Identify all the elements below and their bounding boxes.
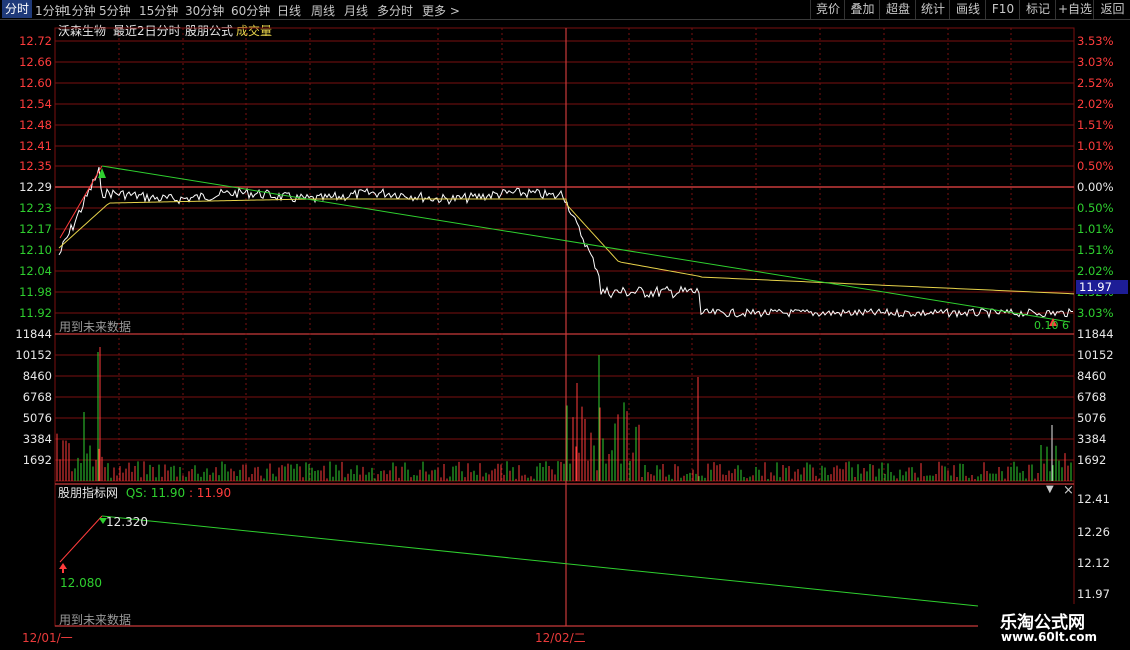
percent-tick-label: 1.01% — [1077, 222, 1114, 236]
price-tick-label: 12.54 — [19, 97, 52, 111]
volume-tick-label: 5076 — [22, 411, 52, 425]
price-tick-label: 12.23 — [19, 201, 52, 215]
volume-tick-label: 8460 — [1077, 369, 1107, 383]
percent-tick-label: 1.51% — [1077, 243, 1114, 257]
date-label-day2: 12/02/二 — [535, 631, 586, 645]
volume-tick-label: 1692 — [22, 453, 52, 467]
date-label-day1: 12/01/一 — [22, 631, 73, 645]
percent-tick-label: 2.52% — [1077, 76, 1114, 90]
price-tick-label: 12.29 — [19, 180, 52, 194]
intraday-chart[interactable] — [0, 0, 1130, 650]
volume-tick-label: 6768 — [22, 390, 52, 404]
percent-tick-label: 3.53% — [1077, 34, 1114, 48]
price-tick-label: 12.72 — [19, 34, 52, 48]
future-data-note: 用到未来数据 — [59, 320, 132, 334]
volume-tick-label: 1692 — [1077, 453, 1107, 467]
price-tick-label: 12.48 — [19, 118, 52, 132]
indicator-qs-value: : 11.90 — [188, 486, 232, 500]
price-tick-label: 12.17 — [19, 222, 52, 236]
volume-tick-label: 8460 — [22, 369, 52, 383]
percent-tick-label: 2.02% — [1077, 97, 1114, 111]
volume-tick-label: 10152 — [1077, 348, 1114, 362]
percent-tick-label: 1.51% — [1077, 118, 1114, 132]
percent-tick-label: 0.00% — [1077, 180, 1114, 194]
trend-down-line — [101, 165, 1071, 323]
volume-tick-label: 11844 — [1077, 327, 1114, 341]
indicator-high-label: 12.320 — [106, 515, 148, 529]
dropdown-icon[interactable]: ▼ — [1046, 484, 1054, 495]
indicator-up-line — [59, 515, 103, 563]
volume-tick-label: 6768 — [1077, 390, 1107, 404]
price-tick-label: 11.92 — [19, 306, 52, 320]
percent-tick-label: 0.50% — [1077, 159, 1114, 173]
trend-up-line — [59, 165, 103, 239]
indicator-low-label: 12.080 — [60, 576, 102, 590]
price-tick-label: 12.35 — [19, 159, 52, 173]
volume-tick-label: 5076 — [1077, 411, 1107, 425]
volume-tick-label: 10152 — [15, 348, 52, 362]
price-tick-label: 12.04 — [19, 264, 52, 278]
percent-tick-label: 3.03% — [1077, 306, 1114, 320]
indicator-tick-label: 12.12 — [1077, 556, 1110, 570]
price-tick-label: 11.98 — [19, 285, 52, 299]
indicator-tick-label: 11.97 — [1077, 587, 1110, 601]
percent-tick-label: 3.03% — [1077, 55, 1114, 69]
current-price-tag: 11.97 — [1076, 280, 1128, 294]
watermark-url: www.60lt.com — [1001, 630, 1098, 644]
percent-tick-label: 1.01% — [1077, 139, 1114, 153]
chart-border — [54, 27, 1075, 627]
indicator-tick-label: 12.26 — [1077, 525, 1110, 539]
volume-tick-label: 3384 — [1077, 432, 1107, 446]
indicator-down-line — [101, 515, 979, 607]
price-tick-label: 12.10 — [19, 243, 52, 257]
indicator-name: 股朋指标网 — [58, 486, 119, 500]
price-tick-label: 12.66 — [19, 55, 52, 69]
indicator-title: 股朋指标网 QS: 11.90 : 11.90 — [58, 484, 231, 501]
percent-tick-label: 0.50% — [1077, 201, 1114, 215]
price-tick-label: 12.60 — [19, 76, 52, 90]
indicator-up-arrow — [62, 566, 64, 573]
volume-tick-label: 3384 — [22, 432, 52, 446]
indicator-qs-label: QS: 11.90 — [125, 486, 186, 500]
close-icon[interactable]: × — [1063, 483, 1074, 498]
indicator-future-note: 用到未来数据 — [59, 613, 132, 627]
indicator-tick-label: 12.41 — [1077, 492, 1110, 506]
percent-tick-label: 2.02% — [1077, 264, 1114, 278]
volume-tick-label: 11844 — [15, 327, 52, 341]
price-tick-label: 12.41 — [19, 139, 52, 153]
price-overlay-text: 0.10 6 — [1034, 319, 1069, 332]
